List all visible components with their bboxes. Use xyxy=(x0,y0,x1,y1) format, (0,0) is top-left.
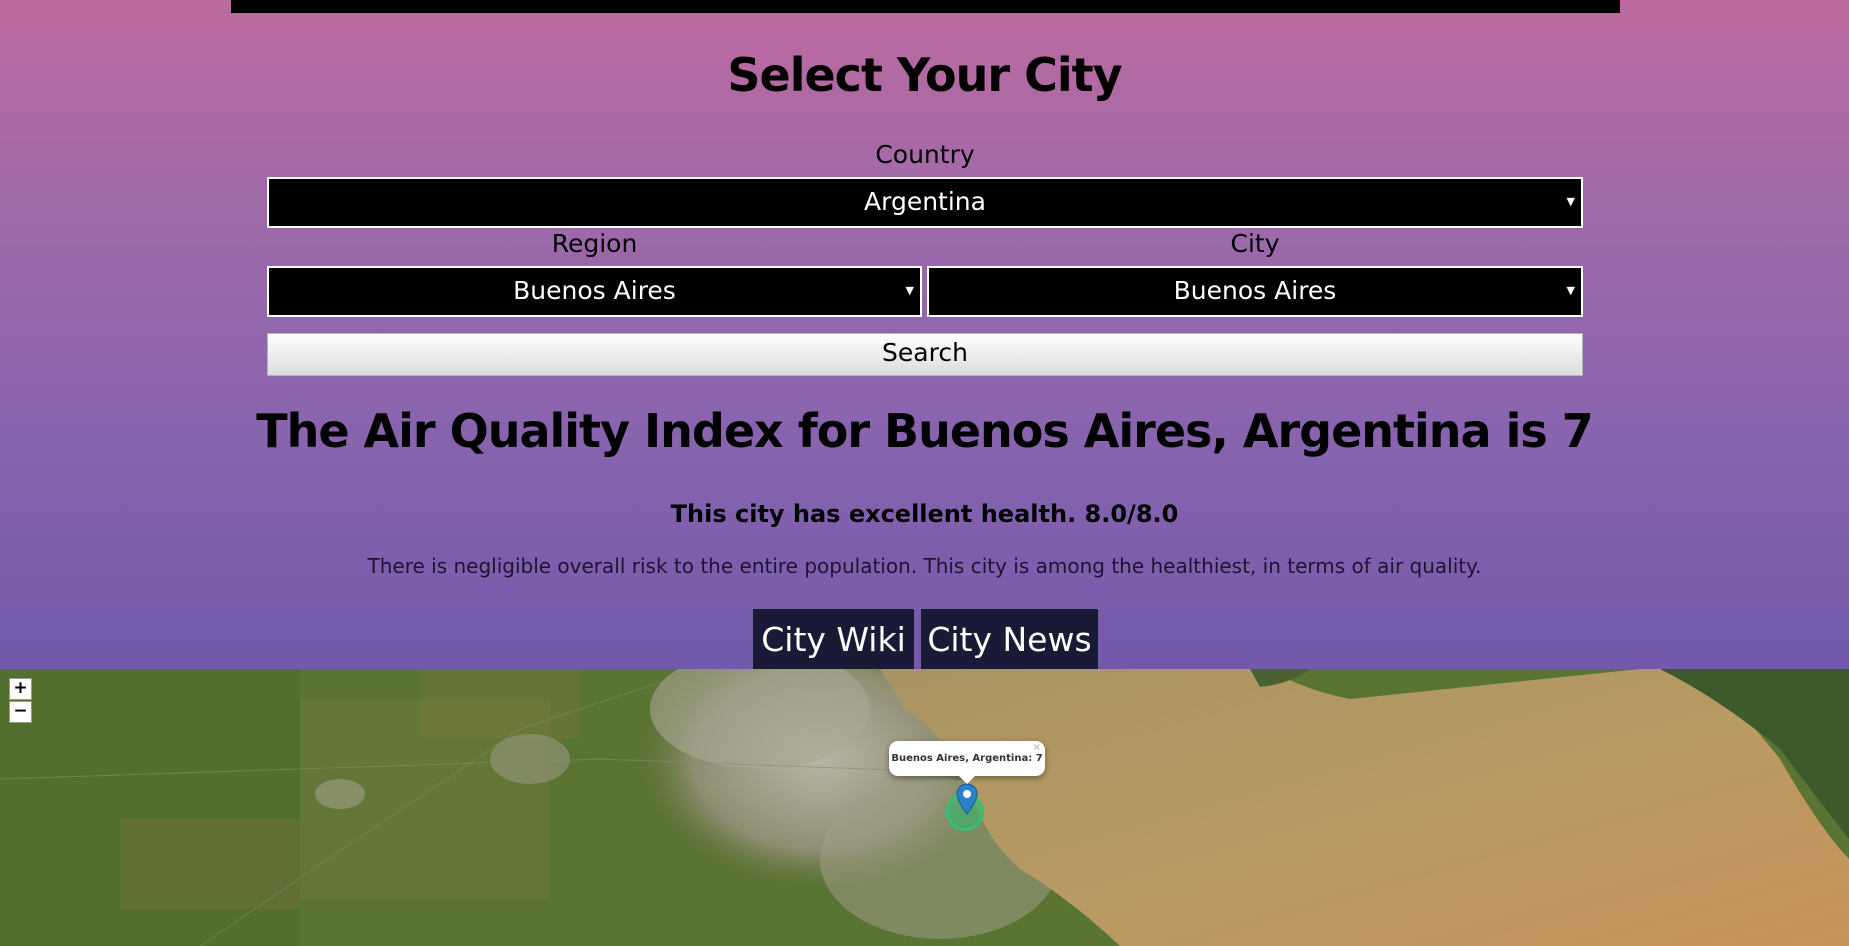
city-news-button[interactable]: City News xyxy=(921,609,1098,669)
map-pin-icon[interactable] xyxy=(956,783,978,815)
country-label: Country xyxy=(875,140,975,169)
zoom-out-button[interactable]: − xyxy=(9,701,32,723)
popup-text: Buenos Aires, Argentina: 7 xyxy=(891,753,1043,764)
region-label: Region xyxy=(551,229,638,258)
satellite-map[interactable]: + − xyxy=(0,669,1849,946)
city-select-value: Buenos Aires xyxy=(1173,276,1337,305)
aqi-heading: The Air Quality Index for Buenos Aires, … xyxy=(256,404,1594,458)
close-icon[interactable]: × xyxy=(1033,742,1041,753)
risk-text: There is negligible overall risk to the … xyxy=(367,554,1482,578)
search-button[interactable]: Search xyxy=(267,333,1583,376)
top-bar xyxy=(231,0,1620,13)
city-wiki-button[interactable]: City Wiki xyxy=(753,609,914,669)
map-popup: Buenos Aires, Argentina: 7 × xyxy=(889,741,1045,776)
caret-down-icon: ▼ xyxy=(905,284,914,297)
page-title: Select Your City xyxy=(727,48,1122,102)
country-select[interactable]: Argentina ▼ xyxy=(267,177,1583,228)
health-text: This city has excellent health. 8.0/8.0 xyxy=(670,500,1179,528)
top-section: Select Your City Country Argentina ▼ Reg… xyxy=(0,0,1849,669)
zoom-in-button[interactable]: + xyxy=(9,678,32,700)
caret-down-icon: ▼ xyxy=(1566,284,1575,297)
popup-tip xyxy=(958,775,976,784)
city-select[interactable]: Buenos Aires ▼ xyxy=(927,266,1583,317)
region-select[interactable]: Buenos Aires ▼ xyxy=(267,266,922,317)
satellite-imagery xyxy=(0,669,1849,946)
country-select-value: Argentina xyxy=(864,187,986,216)
city-label: City xyxy=(1230,229,1280,258)
caret-down-icon: ▼ xyxy=(1566,195,1575,208)
region-select-value: Buenos Aires xyxy=(513,276,676,305)
